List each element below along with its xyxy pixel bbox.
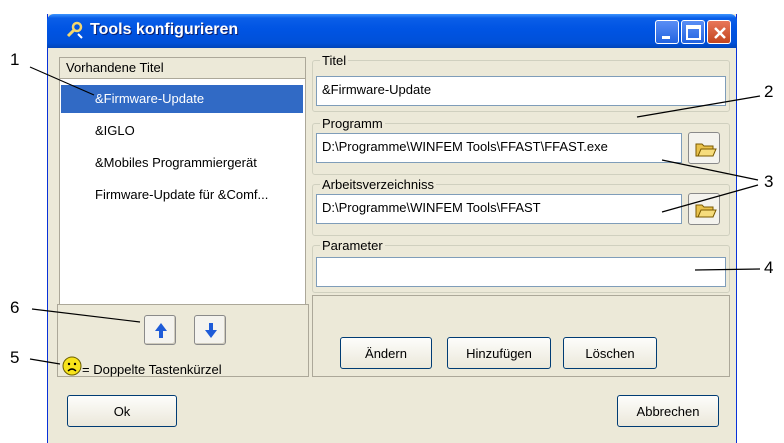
callout-2: 2 — [764, 82, 774, 101]
callout-1: 1 — [10, 50, 20, 69]
callout-5: 5 — [10, 348, 20, 367]
callout-3: 3 — [764, 172, 774, 191]
callout-4: 4 — [764, 258, 774, 277]
callout-lines — [29, 66, 761, 365]
callout-6: 6 — [10, 298, 20, 317]
